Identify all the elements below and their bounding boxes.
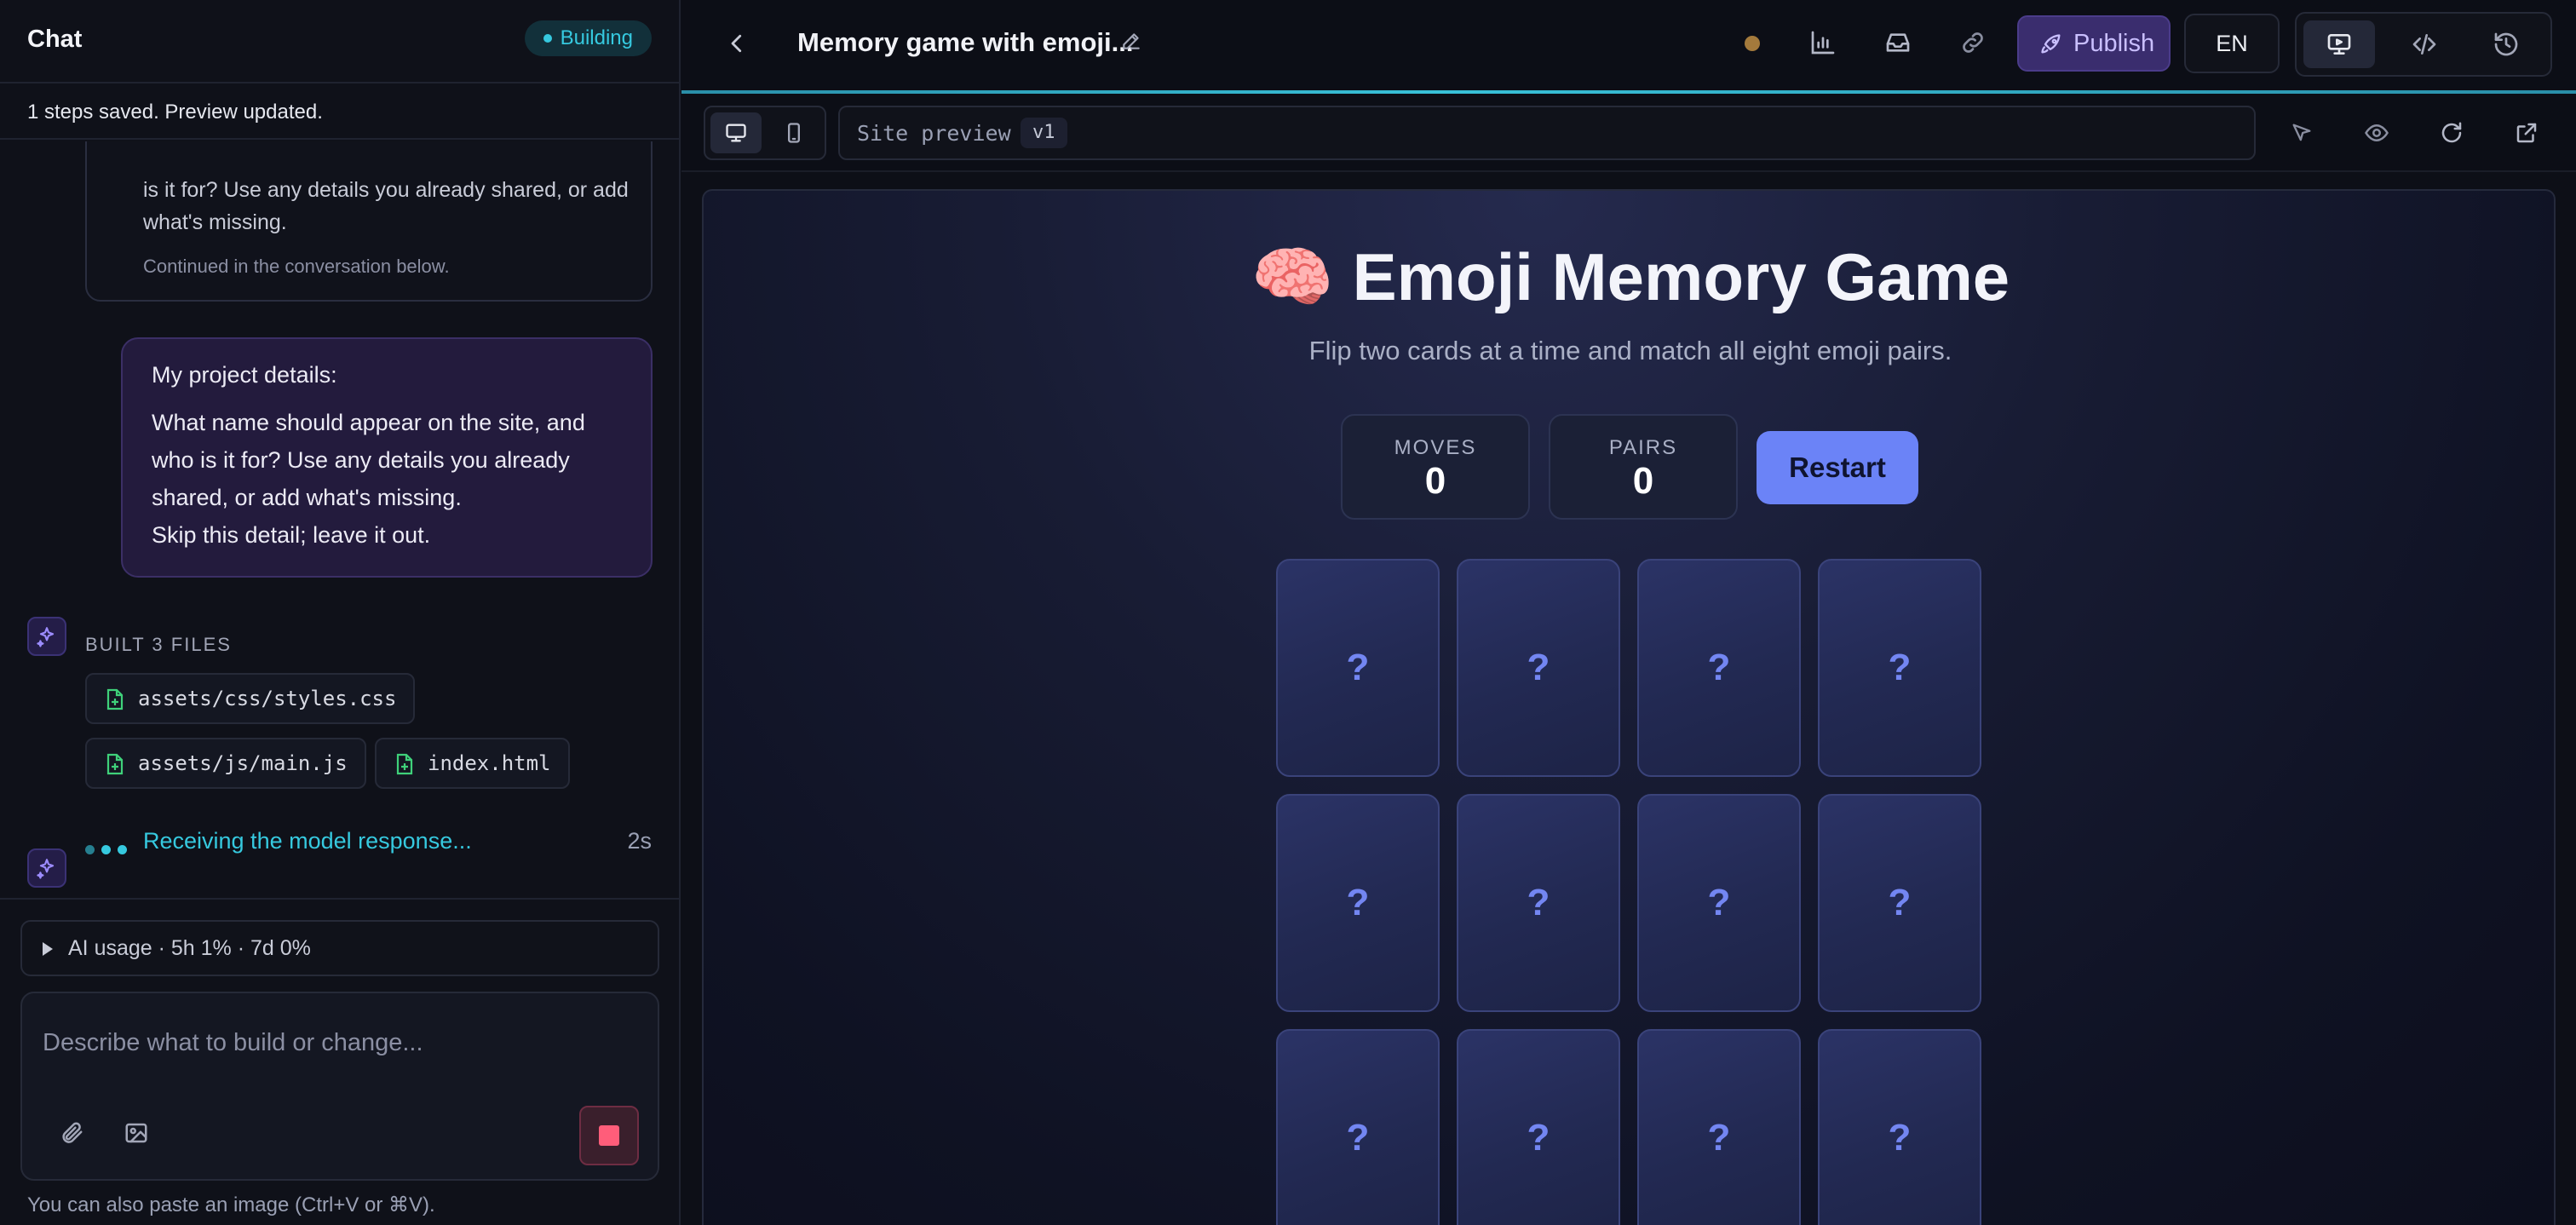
user-message-bubble: My project details: What name should app…: [121, 337, 653, 578]
stop-icon: [599, 1125, 619, 1146]
inbox-icon[interactable]: [1872, 17, 1923, 68]
user-message-heading: My project details:: [152, 362, 337, 388]
language-button[interactable]: EN: [2184, 14, 2280, 73]
previous-message-text: is it for? Use any details you already s…: [143, 178, 629, 234]
project-title: Memory game with emoji...: [797, 27, 1134, 57]
elapsed-time: 2s: [627, 828, 652, 854]
device-toggle: [704, 106, 826, 160]
publish-button[interactable]: Publish: [2017, 15, 2171, 72]
composer: [20, 992, 659, 1181]
memory-card[interactable]: ?: [1818, 794, 1981, 1012]
code-icon[interactable]: [2389, 20, 2460, 68]
desktop-icon[interactable]: [710, 112, 762, 153]
eye-icon[interactable]: [2349, 106, 2404, 160]
reload-icon[interactable]: [2424, 106, 2479, 160]
typing-indicator: [85, 838, 127, 860]
prompt-input[interactable]: [43, 1024, 630, 1061]
memory-card[interactable]: ?: [1818, 1029, 1981, 1225]
user-message-extra: Skip this detail; leave it out.: [152, 522, 431, 548]
memory-card[interactable]: ?: [1457, 1029, 1620, 1225]
chat-panel: Chat Building 1 steps saved. Preview upd…: [0, 0, 681, 1225]
divider: [0, 898, 679, 900]
address-label: Site preview: [857, 121, 1011, 146]
bar-chart-icon[interactable]: [1797, 17, 1849, 68]
save-status-text: 1 steps saved. Preview updated.: [0, 85, 679, 140]
game-title: 🧠 Emoji Memory Game: [1251, 239, 2010, 314]
disclosure-triangle-icon: [43, 942, 53, 956]
restart-button[interactable]: Restart: [1757, 431, 1918, 504]
stop-generation-button[interactable]: [579, 1106, 639, 1165]
address-bar[interactable]: Site preview v1: [838, 106, 2256, 160]
moves-label: MOVES: [1394, 436, 1477, 459]
file-name: assets/js/main.js: [138, 751, 348, 775]
memory-card[interactable]: ?: [1457, 794, 1620, 1012]
external-link-icon[interactable]: [2499, 106, 2554, 160]
monitor-icon[interactable]: [2303, 20, 2375, 68]
memory-card[interactable]: ?: [1276, 1029, 1440, 1225]
file-icon: [106, 688, 124, 710]
pencil-icon[interactable]: [1113, 22, 1150, 60]
continued-note: Continued in the conversation below.: [143, 256, 450, 277]
file-chip-main-js[interactable]: assets/js/main.js: [85, 738, 366, 789]
user-message-body: What name should appear on the site, and…: [152, 410, 585, 510]
paste-hint: You can also paste an image (Ctrl+V or ⌘…: [27, 1193, 435, 1216]
ai-usage-toggle[interactable]: AI usage · 5h 1% · 7d 0%: [20, 920, 659, 976]
pairs-label: PAIRS: [1608, 436, 1678, 459]
memory-card[interactable]: ?: [1637, 1029, 1801, 1225]
cursor-icon[interactable]: [2274, 106, 2329, 160]
file-chip-index-html[interactable]: index.html: [375, 738, 570, 789]
moves-value: 0: [1424, 460, 1446, 502]
back-icon[interactable]: [711, 18, 762, 69]
memory-card[interactable]: ?: [1276, 559, 1440, 777]
file-name: assets/css/styles.css: [138, 687, 397, 710]
assistant-sparkle-icon: [27, 617, 66, 656]
memory-card[interactable]: ?: [1818, 559, 1981, 777]
assistant-sparkle-icon: [27, 848, 66, 888]
status-badge: Building: [524, 20, 652, 56]
memory-card[interactable]: ?: [1276, 794, 1440, 1012]
chat-header: Chat Building: [0, 0, 679, 83]
status-dot: [1745, 36, 1760, 51]
chat-title: Chat: [27, 26, 83, 53]
mobile-icon[interactable]: [768, 112, 819, 153]
file-name: index.html: [428, 751, 551, 775]
version-badge: v1: [1021, 118, 1067, 148]
moves-counter: MOVES 0: [1341, 414, 1530, 520]
built-files-label: BUILT 3 FILES: [85, 634, 232, 655]
image-icon[interactable]: [119, 1116, 153, 1150]
pairs-counter: PAIRS 0: [1549, 414, 1738, 520]
file-icon: [106, 753, 124, 775]
pairs-value: 0: [1632, 460, 1654, 502]
receiving-status: Receiving the model response...: [143, 828, 472, 854]
memory-card[interactable]: ?: [1637, 559, 1801, 777]
history-icon[interactable]: [2470, 20, 2542, 68]
card-grid: ? ? ? ? ? ? ? ? ? ? ? ?: [1276, 559, 1985, 1225]
file-icon: [395, 753, 414, 775]
paperclip-icon[interactable]: [55, 1116, 89, 1150]
previous-message-card: is it for? Use any details you already s…: [85, 141, 653, 302]
memory-card[interactable]: ?: [1637, 794, 1801, 1012]
link-icon[interactable]: [1947, 17, 1998, 68]
view-mode-group: [2295, 12, 2552, 77]
ai-usage-text: AI usage · 5h 1% · 7d 0%: [68, 936, 311, 960]
rocket-icon: [2039, 32, 2063, 56]
chat-messages[interactable]: is it for? Use any details you already s…: [0, 141, 679, 898]
game-subtitle: Flip two cards at a time and match all e…: [1308, 336, 1952, 365]
memory-card[interactable]: ?: [1457, 559, 1620, 777]
file-chip-styles-css[interactable]: assets/css/styles.css: [85, 673, 416, 724]
site-preview-frame: 🧠 Emoji Memory Game Flip two cards at a …: [702, 189, 2556, 1225]
publish-label: Publish: [2073, 30, 2155, 57]
